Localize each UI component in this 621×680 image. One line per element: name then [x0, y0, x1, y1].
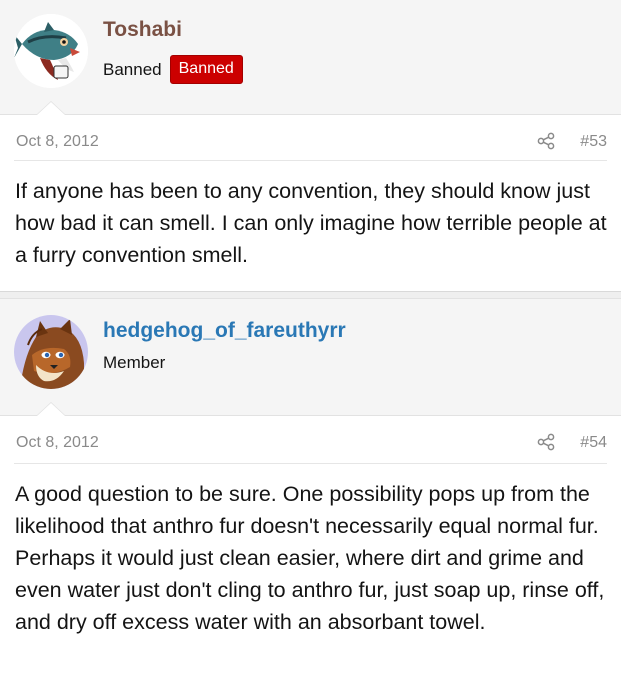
post: hedgehog_of_fareuthyrr Member Oct 8, 201… [0, 299, 621, 658]
user-title: Member [103, 353, 165, 373]
post: Toshabi Banned Banned Oct 8, 2012 #53 If… [0, 0, 621, 291]
post-meta: Oct 8, 2012 #53 [14, 115, 607, 161]
fish-avatar-icon[interactable] [14, 14, 88, 88]
post-date-link[interactable]: Oct 8, 2012 [16, 133, 99, 151]
banned-banner: Banned [169, 55, 243, 84]
post-body: Oct 8, 2012 #53 If anyone has been to an… [0, 114, 621, 291]
post-body: Oct 8, 2012 #54 A good question to be su… [0, 415, 621, 658]
post-meta: Oct 8, 2012 #54 [14, 416, 607, 464]
user-title-text: Member [103, 353, 166, 372]
post-date-link[interactable]: Oct 8, 2012 [16, 434, 99, 452]
post-separator [0, 291, 621, 299]
post-arrow [36, 101, 66, 115]
share-icon[interactable] [537, 132, 555, 150]
wolf-avatar-icon[interactable] [14, 315, 88, 389]
post-user-header: Toshabi Banned Banned [0, 0, 621, 115]
username-link[interactable]: hedgehog_of_fareuthyrr [103, 319, 346, 343]
post-number-link[interactable]: #54 [580, 434, 607, 452]
user-title: Banned Banned [103, 55, 243, 84]
post-message: A good question to be sure. One possibil… [15, 482, 605, 634]
post-user-header: hedgehog_of_fareuthyrr Member [0, 299, 621, 416]
username-link[interactable]: Toshabi [103, 18, 182, 42]
share-icon[interactable] [537, 433, 555, 451]
post-message: If anyone has been to any convention, th… [15, 179, 607, 267]
post-number-link[interactable]: #53 [580, 133, 607, 151]
user-title-text: Banned [103, 59, 162, 79]
post-arrow [36, 402, 66, 416]
